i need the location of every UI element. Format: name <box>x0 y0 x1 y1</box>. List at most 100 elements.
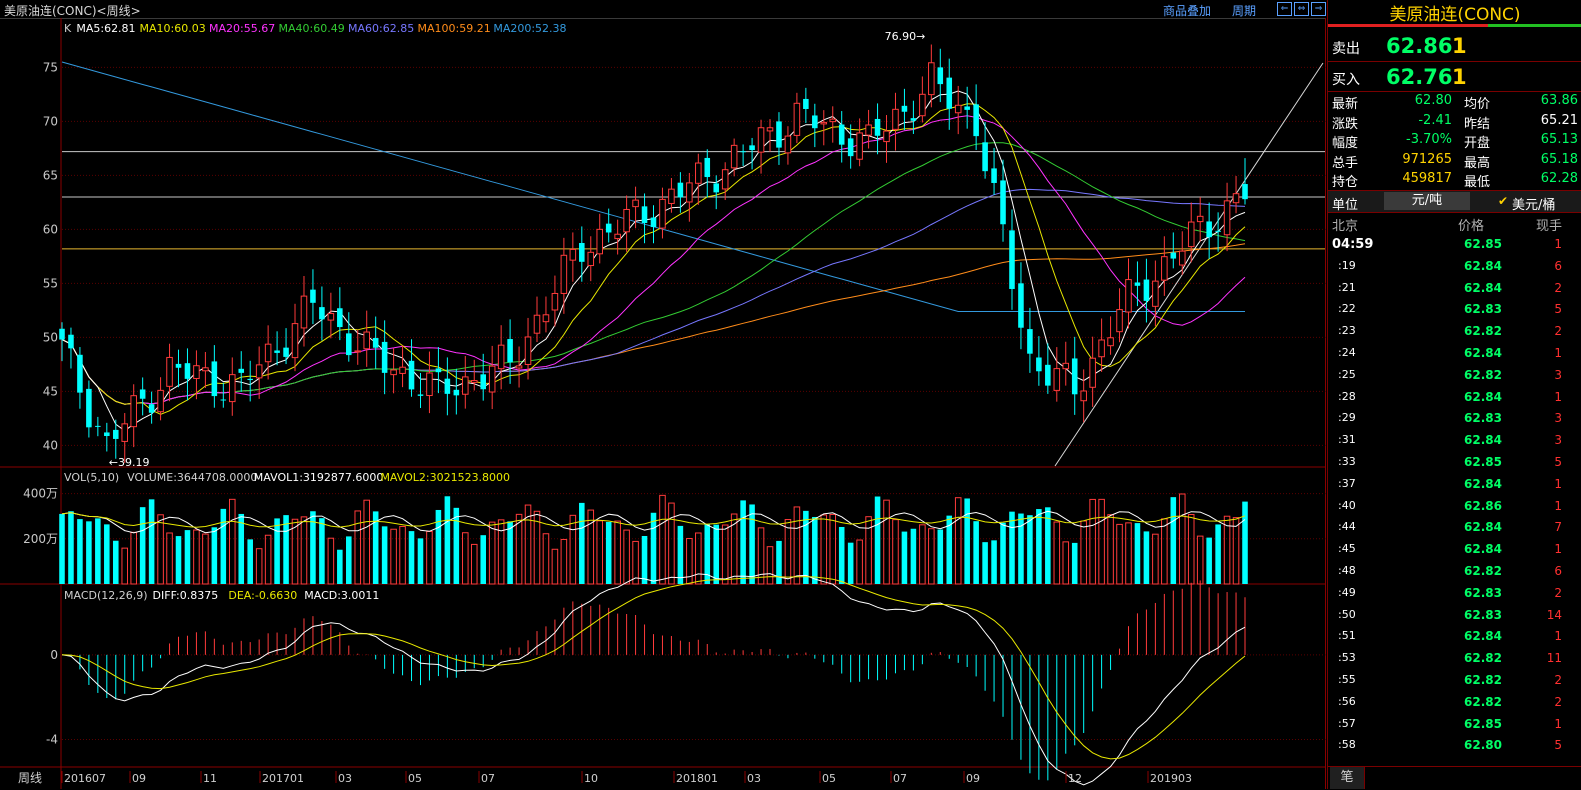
candle-body-up <box>820 121 828 125</box>
overlay-commodity-link[interactable]: 商品叠加 <box>1163 2 1211 19</box>
volume-bar-down <box>247 539 253 584</box>
tick-row: :44 62.84 7 <box>1328 517 1581 539</box>
tick-time: :57 <box>1338 716 1356 730</box>
ma5-line <box>61 90 1246 432</box>
unit-option-usd[interactable]: 美元/桶 <box>1512 194 1555 213</box>
candle-body-down <box>1215 230 1221 232</box>
volume-bar-down <box>641 535 648 584</box>
tick-time: :22 <box>1338 302 1356 316</box>
stat-value: 63.86 <box>1540 93 1578 108</box>
price-chart[interactable]: 40 45 50 55 60 65 70 75 76.90→ ←39.19 K MA5:62.81 MA… <box>0 18 1326 789</box>
candle-body-up <box>766 127 774 132</box>
candle-body-up <box>919 93 926 117</box>
candle-body-up <box>470 380 478 383</box>
zoom-out-icon[interactable]: ⇔ <box>1294 2 1309 16</box>
candle-body-up <box>721 169 729 190</box>
tick-volume: 2 <box>1554 280 1562 295</box>
volume-bar-up <box>766 546 774 585</box>
volume-bar-up <box>928 528 935 585</box>
candle-body-up <box>130 395 137 428</box>
zoom-in-icon[interactable]: ⇐ <box>1277 2 1292 16</box>
volume-bar-up <box>470 543 478 585</box>
tick-price: 62.84 <box>1464 280 1502 295</box>
candle-body-down <box>319 307 325 320</box>
tick-time: :29 <box>1338 411 1356 425</box>
tick-time: :25 <box>1338 367 1356 381</box>
volume-bar-up <box>1161 518 1168 585</box>
tick-price: 62.82 <box>1464 694 1502 709</box>
candle-body-up <box>193 365 200 379</box>
volume-bar-down <box>274 518 280 584</box>
price-tick-label: 60 <box>43 222 58 236</box>
tick-volume: 1 <box>1554 389 1562 404</box>
candle-body-down <box>1009 230 1015 289</box>
candle-body-up <box>497 344 505 370</box>
candle-body-down <box>1000 180 1006 225</box>
tick-volume: 5 <box>1554 738 1562 753</box>
candle-body-up <box>1125 279 1132 313</box>
legend-item: K <box>64 22 72 35</box>
x-tick-label: 201607 <box>64 772 106 785</box>
legend-item: MAVOL2:3021523.8000 <box>380 471 510 484</box>
candle-body-down <box>417 394 424 396</box>
candle-body-up <box>1161 256 1168 281</box>
candle-body-up <box>1232 193 1240 204</box>
candle-body-up <box>883 130 890 143</box>
tick-volume: 5 <box>1554 302 1562 317</box>
candle-body-down <box>803 98 809 109</box>
candle-body-up <box>551 292 559 311</box>
volume-bar-up <box>1062 541 1070 585</box>
stat-label: 涨跌 <box>1332 116 1359 132</box>
legend-item: MACD:3.0011 <box>304 589 379 602</box>
tick-price: 62.85 <box>1464 716 1502 731</box>
tick-row: :56 62.82 2 <box>1328 692 1581 714</box>
tab-ticks[interactable]: 笔 <box>1330 767 1365 789</box>
x-tick-label: 09 <box>132 772 146 785</box>
tick-volume: 1 <box>1554 346 1562 360</box>
candle-body-up <box>892 108 899 130</box>
ticks-header-time: 北京 <box>1332 219 1359 234</box>
period-link[interactable]: 周期 <box>1232 2 1256 19</box>
volume-bar-down <box>901 531 908 584</box>
tick-price: 62.84 <box>1464 389 1502 404</box>
volume-bar-up <box>488 521 496 585</box>
move-right-icon[interactable]: ⇒ <box>1311 2 1326 16</box>
stat-value: 62.28 <box>1540 171 1578 186</box>
volume-bar-up <box>166 532 173 585</box>
stat-value: 459817 <box>1402 171 1452 186</box>
candle-body-down <box>444 378 451 394</box>
tick-row: :58 62.80 5 <box>1328 735 1581 757</box>
candle-body-down <box>964 106 970 110</box>
volume-bar-up <box>623 529 630 585</box>
volume-bar-down <box>346 536 352 584</box>
volume-bar-down <box>211 527 218 584</box>
tick-price: 62.82 <box>1464 651 1502 666</box>
candle-body-up <box>229 374 236 403</box>
period-label: 周线 <box>18 771 42 785</box>
tick-volume: 2 <box>1554 324 1562 339</box>
candle-body-down <box>480 374 486 390</box>
volume-bar-up <box>399 525 406 585</box>
tick-row: :48 62.82 6 <box>1328 561 1581 583</box>
tick-list[interactable]: 04:59 62.85 1:19 62.84 6:21 62.84 2:22 62.83 5:2… <box>1328 234 1581 764</box>
stat-label: 开盘 <box>1464 136 1491 151</box>
volume-bar-down <box>1206 537 1212 584</box>
volume-bar-down <box>1071 542 1078 584</box>
volume-bar-down <box>1027 515 1033 584</box>
candle-body-down <box>910 118 917 121</box>
candle-body-up <box>426 372 433 397</box>
stat-label: 昨结 <box>1464 116 1491 132</box>
volume-bar-down <box>605 521 612 584</box>
candle-body-down <box>776 121 782 148</box>
volume-bar-down <box>847 542 854 584</box>
tick-time: :24 <box>1338 346 1356 359</box>
candle-body-down <box>847 138 854 157</box>
candle-body-up <box>954 104 962 114</box>
candle-body-down <box>139 389 146 399</box>
tick-time: :49 <box>1338 585 1356 599</box>
x-tick-label: 05 <box>408 772 422 785</box>
volume-bar-up <box>121 547 129 585</box>
stat-label: 持仓 <box>1332 175 1359 190</box>
unit-option-yuan[interactable]: 元/吨 <box>1384 192 1470 210</box>
candle-body-down <box>1018 283 1024 328</box>
